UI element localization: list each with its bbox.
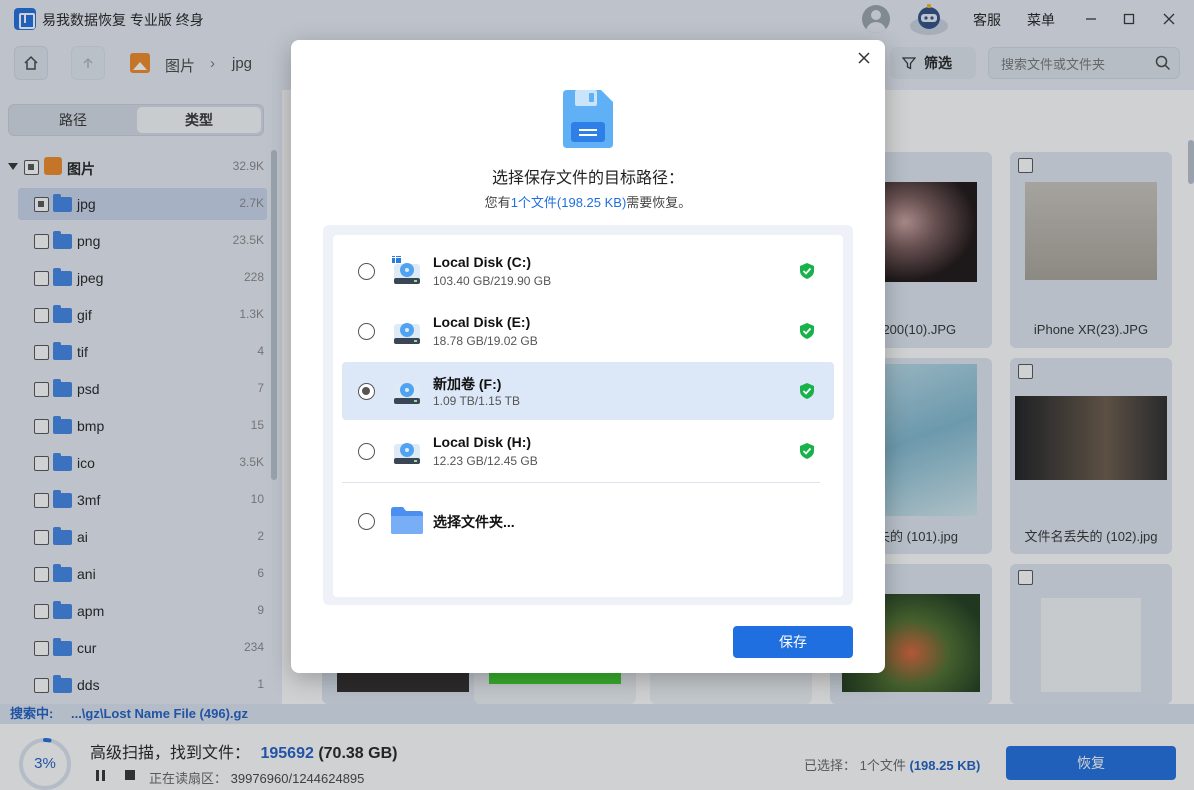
safe-shield-icon: [800, 323, 814, 339]
destination-list: Local Disk (C:) 103.40 GB/219.90 GB Local …: [333, 235, 843, 597]
drive-capacity: 18.78 GB/19.02 GB: [433, 334, 538, 348]
safe-shield-icon: [800, 383, 814, 399]
drive-name: Local Disk (C:): [433, 254, 532, 270]
destination-panel: Local Disk (C:) 103.40 GB/219.90 GB Local …: [323, 225, 853, 605]
hard-disk-icon: [394, 443, 420, 464]
subtitle-prefix: 您有: [484, 195, 511, 210]
hard-disk-icon: [394, 383, 420, 404]
drive-name: Local Disk (H:): [433, 434, 532, 450]
drive-option[interactable]: 新加卷 (F:) 1.09 TB/1.15 TB: [342, 362, 834, 420]
drive-radio[interactable]: [358, 383, 375, 400]
safe-shield-icon: [800, 263, 814, 279]
drive-radio[interactable]: [358, 263, 375, 280]
subtitle-suffix: 需要恢复。: [626, 195, 692, 210]
save-disk-icon: [563, 90, 613, 148]
save-location-dialog: 选择保存文件的目标路径： 您有1个文件(198.25 KB)需要恢复。 Loca…: [291, 40, 885, 673]
close-icon: [858, 52, 870, 64]
drive-capacity: 12.23 GB/12.45 GB: [433, 454, 538, 468]
hard-disk-icon: [392, 256, 420, 284]
subtitle-file-count: 1个文件(198.25 KB): [510, 195, 627, 210]
list-divider: [342, 482, 820, 483]
folder-icon: [391, 507, 423, 534]
drive-capacity: 103.40 GB/219.90 GB: [433, 274, 552, 288]
dialog-close-button[interactable]: [855, 50, 873, 68]
choose-folder-radio[interactable]: [358, 513, 375, 530]
choose-folder-option[interactable]: 选择文件夹...: [342, 492, 834, 550]
hard-disk-icon: [394, 323, 420, 344]
drive-capacity: 1.09 TB/1.15 TB: [433, 394, 520, 408]
drive-radio[interactable]: [358, 443, 375, 460]
drive-option[interactable]: Local Disk (C:) 103.40 GB/219.90 GB: [342, 242, 834, 300]
safe-shield-icon: [800, 443, 814, 459]
dialog-subtitle: 您有1个文件(198.25 KB)需要恢复。: [291, 192, 885, 211]
save-button[interactable]: 保存: [733, 626, 853, 658]
drive-name: 新加卷 (F:): [433, 376, 502, 392]
drive-radio[interactable]: [358, 323, 375, 340]
drive-option[interactable]: Local Disk (E:) 18.78 GB/19.02 GB: [342, 302, 834, 360]
drive-name: Local Disk (E:): [433, 314, 531, 330]
dialog-title: 选择保存文件的目标路径：: [491, 170, 684, 187]
drive-option[interactable]: Local Disk (H:) 12.23 GB/12.45 GB: [342, 422, 834, 480]
choose-folder-label: 选择文件夹...: [433, 514, 515, 530]
